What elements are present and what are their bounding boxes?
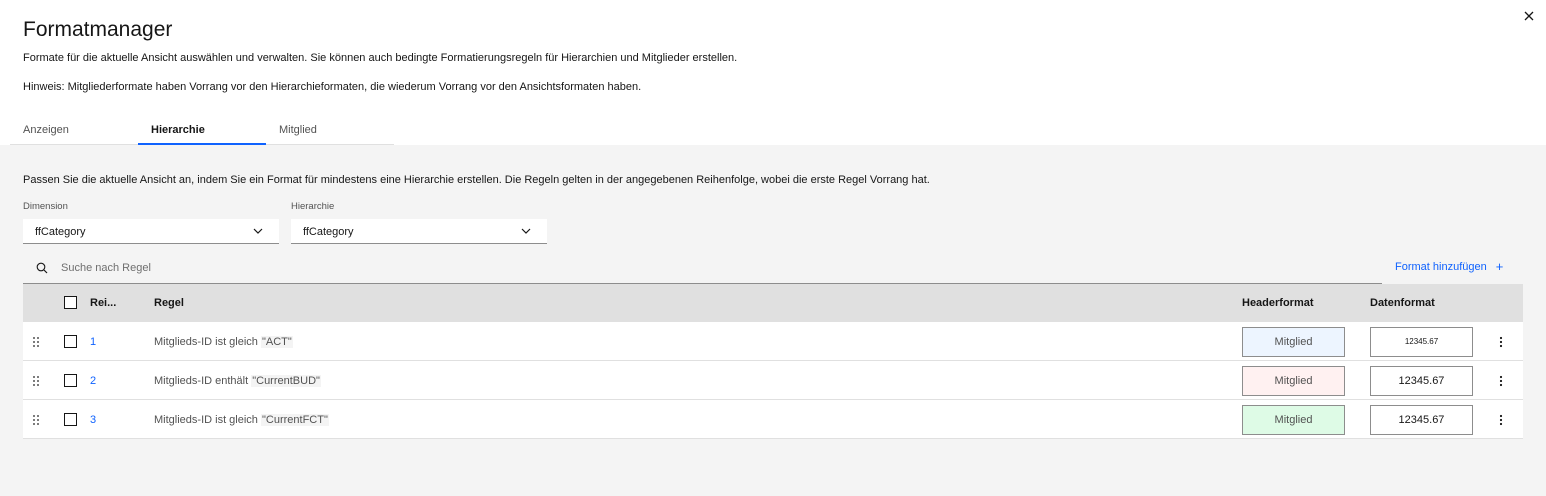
- dialog-header: Formatmanager Formate für die aktuelle A…: [0, 0, 1546, 145]
- panel-description: Passen Sie die aktuelle Ansicht an, inde…: [23, 174, 930, 186]
- rules-table: Rei... Regel Headerformat Datenformat 1 …: [23, 284, 1523, 439]
- row-checkbox[interactable]: [64, 335, 77, 348]
- row-checkbox[interactable]: [64, 413, 77, 426]
- rule-condition: Mitglieds-ID enthält: [154, 375, 252, 387]
- tab-anzeigen[interactable]: Anzeigen: [10, 117, 138, 145]
- tab-list: Anzeigen Hierarchie Mitglied: [10, 117, 394, 145]
- rule-order-link[interactable]: 3: [90, 414, 96, 426]
- rule-text: Mitglieds-ID enthält "CurrentBUD": [154, 375, 321, 387]
- table-row: 2 Mitglieds-ID enthält "CurrentBUD" Mitg…: [23, 361, 1523, 400]
- search-input[interactable]: [61, 259, 961, 277]
- header-format-preview[interactable]: Mitglied: [1242, 366, 1345, 396]
- tab-mitglied[interactable]: Mitglied: [266, 117, 394, 145]
- hierarchy-select[interactable]: ffCategory: [291, 219, 547, 244]
- rule-order-link[interactable]: 2: [90, 375, 96, 387]
- rule-text: Mitglieds-ID ist gleich "ACT": [154, 336, 293, 348]
- drag-handle-icon[interactable]: [32, 414, 40, 426]
- search-icon: [36, 262, 48, 274]
- header-format-preview[interactable]: Mitglied: [1242, 405, 1345, 435]
- table-row: 1 Mitglieds-ID ist gleich "ACT" Mitglied…: [23, 322, 1523, 361]
- dimension-select[interactable]: ffCategory: [23, 219, 279, 244]
- table-header: Rei... Regel Headerformat Datenformat: [23, 284, 1523, 322]
- dimension-value: ffCategory: [35, 226, 86, 238]
- column-header-order[interactable]: Rei...: [90, 297, 116, 309]
- data-format-preview[interactable]: 12345.67: [1370, 327, 1473, 357]
- dimension-label: Dimension: [23, 201, 68, 212]
- close-icon[interactable]: [1522, 9, 1536, 23]
- rule-search: [23, 252, 1382, 284]
- tab-hierarchie[interactable]: Hierarchie: [138, 117, 266, 145]
- select-all-checkbox[interactable]: [64, 296, 77, 309]
- dialog-hint: Hinweis: Mitgliederformate haben Vorrang…: [23, 81, 642, 93]
- data-format-preview[interactable]: 12345.67: [1370, 366, 1473, 396]
- drag-handle-icon[interactable]: [32, 336, 40, 348]
- table-row: 3 Mitglieds-ID ist gleich "CurrentFCT" M…: [23, 400, 1523, 439]
- chevron-down-icon: [521, 228, 531, 234]
- rule-value: "ACT": [260, 336, 293, 348]
- overflow-menu-icon[interactable]: [1498, 374, 1504, 388]
- column-header-header-format: Headerformat: [1242, 297, 1314, 309]
- column-header-rule[interactable]: Regel: [154, 297, 184, 309]
- overflow-menu-icon[interactable]: [1498, 413, 1504, 427]
- hierarchy-value: ffCategory: [303, 226, 354, 238]
- dialog-subtitle: Formate für die aktuelle Ansicht auswähl…: [23, 52, 738, 64]
- rule-value: "CurrentFCT": [260, 414, 329, 426]
- header-format-preview[interactable]: Mitglied: [1242, 327, 1345, 357]
- hierarchy-label: Hierarchie: [291, 201, 335, 212]
- overflow-menu-icon[interactable]: [1498, 335, 1504, 349]
- add-icon: +: [1495, 259, 1504, 274]
- row-checkbox[interactable]: [64, 374, 77, 387]
- add-format-label: Format hinzufügen: [1395, 260, 1487, 273]
- data-format-preview[interactable]: 12345.67: [1370, 405, 1473, 435]
- chevron-down-icon: [253, 228, 263, 234]
- rule-condition: Mitglieds-ID ist gleich: [154, 414, 261, 426]
- column-header-data-format: Datenformat: [1370, 297, 1435, 309]
- hierarchy-panel: Passen Sie die aktuelle Ansicht an, inde…: [0, 145, 1546, 496]
- rule-value: "CurrentBUD": [251, 375, 321, 387]
- add-format-button[interactable]: Format hinzufügen +: [1395, 259, 1503, 274]
- rule-text: Mitglieds-ID ist gleich "CurrentFCT": [154, 414, 329, 426]
- rule-condition: Mitglieds-ID ist gleich: [154, 336, 261, 348]
- rule-order-link[interactable]: 1: [90, 336, 96, 348]
- dialog-title: Formatmanager: [23, 18, 173, 41]
- drag-handle-icon[interactable]: [32, 375, 40, 387]
